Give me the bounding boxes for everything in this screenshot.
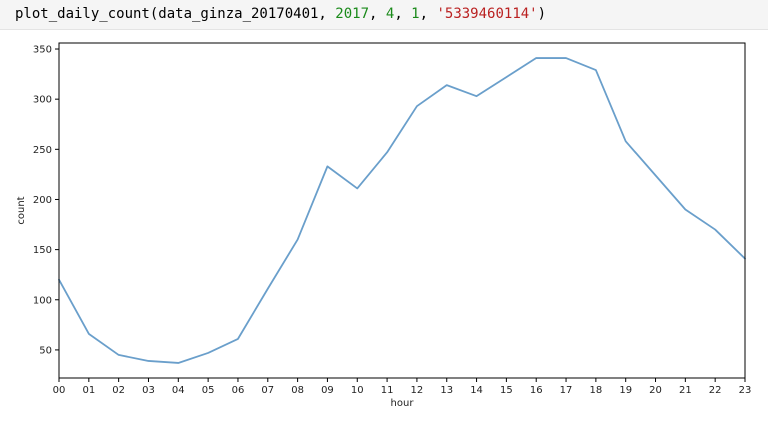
x-tick-label: 03 [142, 385, 155, 396]
x-tick-label: 07 [261, 385, 274, 396]
x-tick-label: 15 [500, 385, 513, 396]
x-tick-label: 13 [440, 385, 453, 396]
x-tick-label: 01 [82, 385, 95, 396]
y-tick-label: 350 [33, 45, 52, 56]
line-chart: 50100150200250300350 00 01 02 03 04 05 06 07 08 0… [16, 42, 752, 409]
x-tick-label: 02 [112, 385, 125, 396]
x-tick-label: 12 [411, 385, 424, 396]
x-tick-label: 08 [291, 385, 304, 396]
y-tick-label: 50 [39, 345, 52, 356]
x-tick-label: 11 [381, 385, 394, 396]
x-tick-label: 14 [470, 385, 483, 396]
code-close-paren: ) [537, 6, 547, 22]
x-tick-label: 18 [590, 385, 603, 396]
plot-frame [58, 42, 746, 379]
x-tick-label: 20 [649, 385, 662, 396]
y-tick-label: 300 [33, 95, 52, 106]
y-tick-label: 150 [33, 245, 52, 256]
x-tick-label: 00 [53, 385, 66, 396]
code-separator: , [394, 6, 412, 22]
x-tick-label: 23 [739, 385, 752, 396]
y-tick-label: 100 [33, 295, 52, 306]
code-separator: , [369, 6, 386, 22]
code-cell[interactable]: plot_daily_count(data_ginza_20170401, 20… [0, 0, 768, 30]
code-arg-day: 1 [411, 6, 420, 22]
x-tick-label: 17 [560, 385, 573, 396]
x-tick-label: 19 [619, 385, 632, 396]
x-tick-label: 22 [709, 385, 722, 396]
x-tick-label: 06 [232, 385, 245, 396]
y-tick-label: 250 [33, 145, 52, 156]
code-arg-year: 2017 [335, 6, 370, 22]
x-axis: 00 01 02 03 04 05 06 07 08 09 10 11 12 13 14 15 16 17 18 19… [53, 378, 752, 396]
code-line: plot_daily_count(data_ginza_20170401, 20… [15, 4, 546, 24]
x-tick-label: 05 [202, 385, 215, 396]
x-tick-label: 21 [679, 385, 692, 396]
x-axis-label: hour [391, 398, 415, 409]
x-tick-label: 09 [321, 385, 334, 396]
y-axis: 50 100 150 200 250 300 350 [33, 45, 59, 356]
x-tick-label: 16 [530, 385, 543, 396]
code-arg-id: '5339460114' [436, 6, 538, 22]
series-line [58, 57, 746, 364]
x-tick-label: 04 [172, 385, 185, 396]
x-tick-label: 10 [351, 385, 364, 396]
code-separator: , [419, 6, 437, 22]
y-tick-label: 200 [33, 195, 52, 206]
code-function-call: plot_daily_count(data_ginza_20170401, [15, 6, 336, 22]
y-axis-label: count [16, 196, 27, 224]
